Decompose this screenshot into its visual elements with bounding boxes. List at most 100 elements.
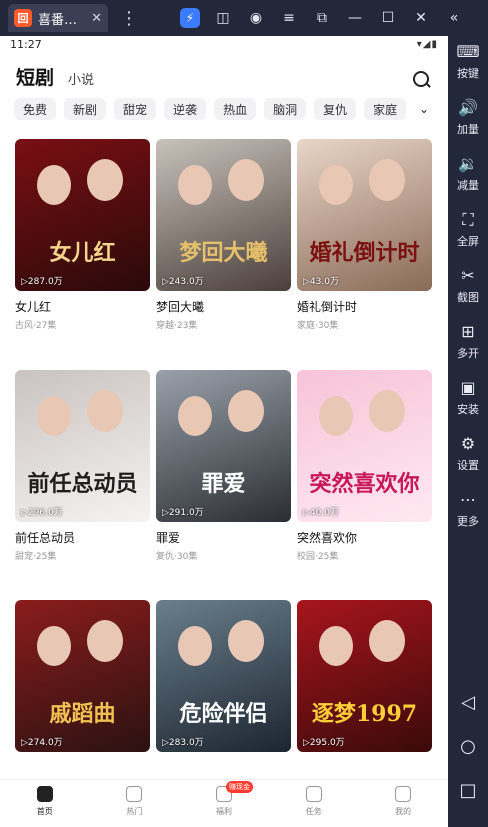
tab-profile[interactable]: 我的 [358, 780, 448, 827]
view-count: ▷296.0万 [21, 508, 63, 518]
tab-label: 福利 [215, 807, 232, 816]
close-tab-icon[interactable]: ✕ [91, 11, 102, 26]
poster-figure [369, 620, 405, 662]
poster-title-art: 女儿红 [49, 240, 116, 266]
drama-title[interactable]: 婚礼倒计时 [297, 298, 432, 315]
poster-title-art: 罪爱 [201, 471, 246, 497]
genre-chip[interactable]: 脑洞 [264, 98, 307, 120]
home-circle-icon[interactable]: ○ [448, 736, 488, 757]
collapse-sidebar-icon[interactable]: « [444, 8, 464, 28]
sidebar-item-volume-down[interactable]: 🔉 减量 [448, 154, 488, 193]
sidebar-item-more[interactable]: ⋯ 更多 [448, 490, 488, 529]
tab-gift[interactable]: 福利 赚现金 [179, 780, 269, 827]
drama-card[interactable]: 危险伴侣 ▷283.0万 [156, 600, 291, 752]
sidebar-item-label: 多开 [457, 347, 479, 360]
drama-title[interactable]: 梦回大曦 [156, 298, 291, 315]
tab-home[interactable]: 首页 [0, 780, 90, 827]
drama-poster[interactable]: 女儿红 ▷287.0万 [15, 139, 150, 291]
drama-poster[interactable]: 梦回大曦 ▷243.0万 [156, 139, 291, 291]
drama-poster[interactable]: 戚蹈曲 ▷274.0万 [15, 600, 150, 752]
drama-poster[interactable]: 前任总动员 ▷296.0万 [15, 370, 150, 522]
drama-card[interactable]: 女儿红 ▷287.0万 女儿红 古风·27集 [15, 139, 150, 331]
poster-figure [87, 620, 123, 662]
tab-fire[interactable]: 热门 [90, 780, 180, 827]
genre-chip[interactable]: 新剧 [64, 98, 107, 120]
view-count: ▷283.0万 [162, 738, 204, 748]
tab-label: 我的 [395, 807, 412, 816]
drama-poster[interactable]: 逐梦1997 ▷295.0万 [297, 600, 432, 752]
drama-card[interactable]: 梦回大曦 ▷243.0万 梦回大曦 穿越·23集 [156, 139, 291, 331]
recent-apps-icon[interactable]: □ [448, 780, 488, 801]
sidebar-item-label: 全屏 [457, 235, 479, 248]
hamburger-menu-icon[interactable]: ≡ [279, 8, 299, 28]
volume-up-icon: 🔊 [458, 98, 478, 117]
app-tab-title: 喜番… [38, 12, 78, 28]
tab-star[interactable]: 任务 [269, 780, 359, 827]
sidebar-item-screenshot[interactable]: ✂ 截图 [448, 266, 488, 305]
genre-chip[interactable]: 热血 [214, 98, 257, 120]
drama-poster[interactable]: 危险伴侣 ▷283.0万 [156, 600, 291, 752]
tab-novel[interactable]: 小说 [68, 69, 94, 88]
sidebar-item-settings[interactable]: ⚙ 设置 [448, 434, 488, 473]
emulator-titlebar: 回 喜番… ✕ ⋮ ⚡ ◫ ◉ ≡ ⧉ — ☐ ✕ « [0, 0, 488, 36]
drama-card[interactable]: 前任总动员 ▷296.0万 前任总动员 甜宠·25集 [15, 370, 150, 562]
poster-figure [228, 159, 264, 201]
drama-title[interactable]: 女儿红 [15, 298, 150, 315]
genre-chip[interactable]: 免费 [14, 98, 57, 120]
kebab-menu-icon[interactable]: ⋮ [120, 8, 138, 29]
view-count: ▷40.0万 [303, 508, 339, 518]
gamepad-icon[interactable]: ◫ [213, 8, 233, 28]
sidebar-item-fullscreen[interactable]: ⛶ 全屏 [448, 210, 488, 249]
poster-figure [319, 626, 353, 666]
tab-label: 热门 [126, 807, 143, 816]
sidebar-item-volume-up[interactable]: 🔊 加量 [448, 98, 488, 137]
genre-chip[interactable]: 复仇 [314, 98, 357, 120]
drama-meta: 甜宠·25集 [15, 552, 57, 562]
poster-figure [37, 626, 71, 666]
minimize-icon[interactable]: — [345, 8, 365, 28]
tab-label: 首页 [36, 807, 53, 816]
app-tab[interactable]: 回 喜番… ✕ [8, 4, 108, 32]
drama-title[interactable]: 罪爱 [156, 529, 291, 546]
close-window-icon[interactable]: ✕ [411, 8, 431, 28]
tab-label: 任务 [305, 807, 322, 816]
drama-poster[interactable]: 罪爱 ▷291.0万 [156, 370, 291, 522]
poster-figure [228, 620, 264, 662]
drama-poster[interactable]: 婚礼倒计时 ▷43.0万 [297, 139, 432, 291]
status-time: 11:27 [10, 37, 42, 51]
screenshot-icon: ✂ [461, 266, 475, 285]
chevron-down-icon[interactable]: ⌄ [414, 98, 434, 120]
sidebar-item-keyboard[interactable]: ⌨ 按键 [448, 42, 488, 81]
drama-card[interactable]: 罪爱 ▷291.0万 罪爱 复仇·30集 [156, 370, 291, 562]
genre-chip[interactable]: 逆袭 [164, 98, 207, 120]
star-icon [305, 786, 322, 802]
boost-icon[interactable]: ⚡ [180, 8, 200, 28]
poster-figure [87, 390, 123, 432]
keyboard-icon: ⌨ [456, 42, 480, 61]
drama-card[interactable]: 戚蹈曲 ▷274.0万 [15, 600, 150, 752]
tab-short-drama[interactable]: 短剧 [16, 63, 54, 90]
genre-chip[interactable]: 甜宠 [114, 98, 157, 120]
genre-chip[interactable]: 家庭 [364, 98, 407, 120]
sidebar-item-install-apk[interactable]: ▣ 安装 [448, 378, 488, 417]
drama-card[interactable]: 逐梦1997 ▷295.0万 [297, 600, 432, 752]
back-icon[interactable]: ◁ [448, 692, 488, 713]
drama-card[interactable]: 婚礼倒计时 ▷43.0万 婚礼倒计时 家庭·30集 [297, 139, 432, 331]
poster-title-art: 婚礼倒计时 [309, 240, 420, 266]
poster-figure [178, 396, 212, 436]
drama-poster[interactable]: 突然喜欢你 ▷40.0万 [297, 370, 432, 522]
account-icon[interactable]: ◉ [246, 8, 266, 28]
poster-title-art: 前任总动员 [27, 471, 138, 497]
search-icon[interactable] [412, 70, 432, 90]
sidebar-item-label: 截图 [457, 291, 479, 304]
maximize-icon[interactable]: ☐ [378, 8, 398, 28]
poster-title-art: 危险伴侣 [179, 701, 268, 727]
popout-icon[interactable]: ⧉ [312, 8, 332, 28]
sidebar-item-label: 安装 [457, 403, 479, 416]
drama-card[interactable]: 突然喜欢你 ▷40.0万 突然喜欢你 校园·25集 [297, 370, 432, 562]
view-count: ▷43.0万 [303, 277, 339, 287]
sidebar-item-multi-instance[interactable]: ⊞ 多开 [448, 322, 488, 361]
drama-title[interactable]: 前任总动员 [15, 529, 150, 546]
poster-figure [37, 396, 71, 436]
drama-title[interactable]: 突然喜欢你 [297, 529, 432, 546]
